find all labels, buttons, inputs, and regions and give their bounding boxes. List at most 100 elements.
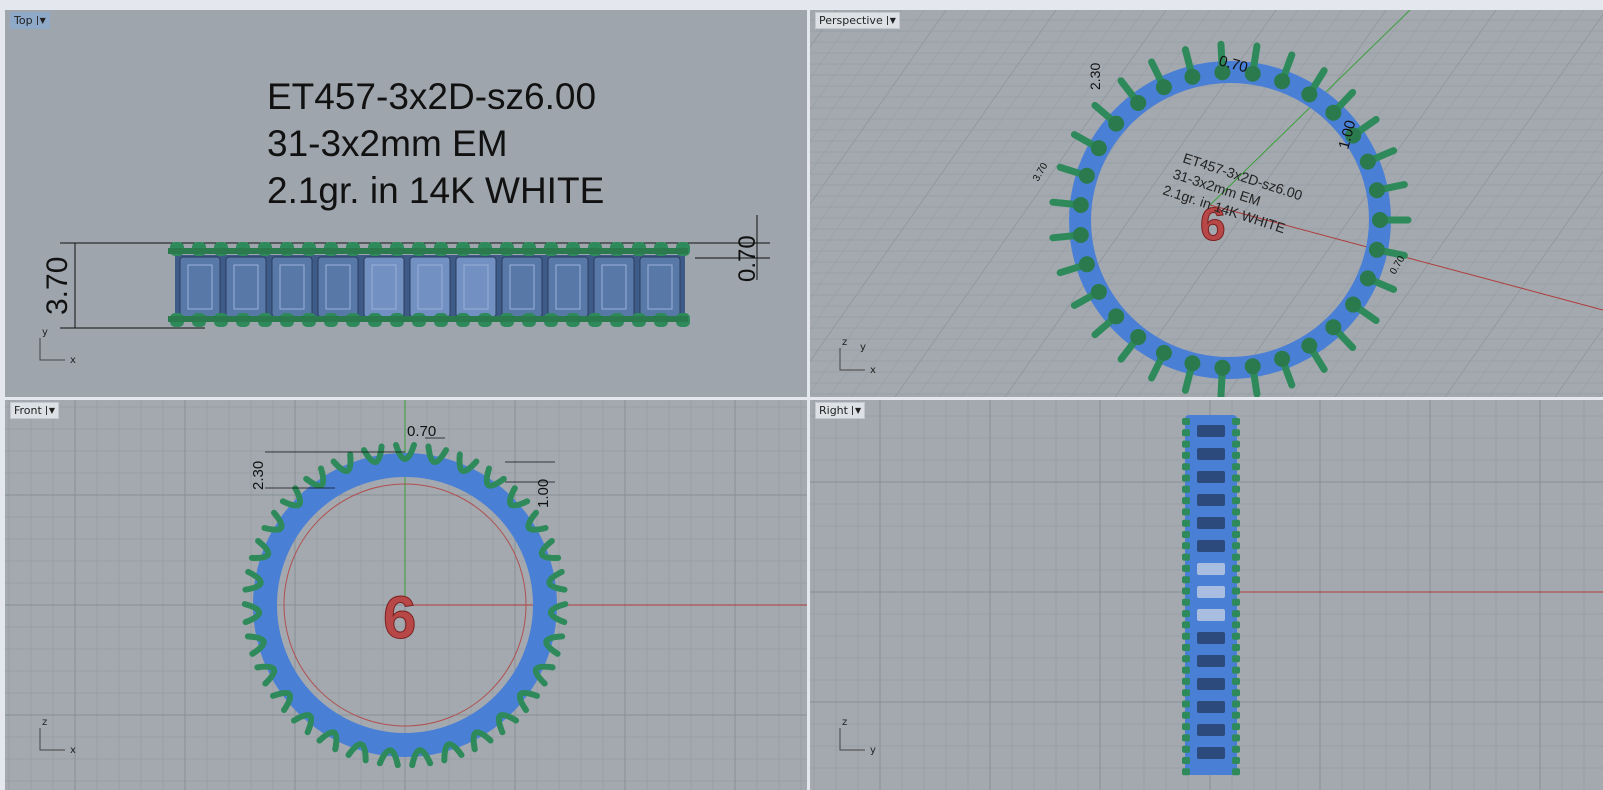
emerald-stone: [593, 256, 635, 318]
prong: [1232, 429, 1240, 437]
setting: [1244, 358, 1261, 375]
prong: [1232, 519, 1240, 527]
prong: [1182, 508, 1190, 516]
emerald-stone: [1197, 448, 1225, 460]
prong: [1232, 531, 1240, 538]
prong: [1182, 757, 1190, 764]
viewport-perspective-label[interactable]: Perspective ▼: [815, 12, 900, 29]
front-view-canvas[interactable]: 6 2.30 0.70 1.00 z x: [5, 400, 807, 790]
prong: [1232, 644, 1240, 651]
viewport-top-label[interactable]: Top ▼: [10, 12, 50, 29]
annotation-line-3: 2.1gr. in 14K WHITE: [267, 170, 605, 211]
prong: [1232, 553, 1240, 561]
setting: [1301, 86, 1318, 103]
prong: [1182, 564, 1190, 572]
chevron-down-icon[interactable]: ▼: [851, 406, 861, 415]
setting: [1090, 283, 1107, 300]
prong: [1232, 542, 1240, 550]
emerald-stone: [317, 256, 359, 318]
chevron-down-icon[interactable]: ▼: [45, 406, 55, 415]
chevron-down-icon[interactable]: ▼: [886, 16, 896, 25]
setting: [1078, 256, 1095, 273]
prong: [1232, 451, 1240, 459]
emerald-stone: [1197, 609, 1225, 621]
chevron-down-icon[interactable]: ▼: [36, 16, 46, 25]
prong: [1232, 508, 1240, 516]
emerald-stone: [271, 256, 313, 318]
setting: [1301, 337, 1318, 354]
prong: [254, 663, 278, 687]
prong: [1232, 700, 1240, 708]
dimension-label-height-side: 1.00: [535, 479, 552, 508]
axis-indicator-icon: [39, 728, 65, 751]
prong: [1182, 463, 1190, 471]
setting: [1155, 344, 1172, 361]
prong: [1182, 745, 1190, 753]
emerald-stone: [1197, 471, 1225, 483]
emerald-stone: [1197, 425, 1225, 437]
perspective-view-canvas[interactable]: 6ET457-3x2D-sz6.0031-3x2mm EM2.1gr. in 1…: [810, 10, 1603, 397]
viewport-right-label[interactable]: Right ▼: [815, 402, 866, 419]
prong: [1232, 655, 1240, 663]
axis-label-horizontal: x: [70, 355, 76, 366]
axis-label-vertical: z: [842, 717, 847, 728]
prong: [1182, 485, 1190, 493]
prong: [1182, 418, 1190, 425]
viewport-perspective[interactable]: 6 ET457-3x2D-sz6.00 31-3x2mm EM 2.1gr. in 1…: [810, 10, 1603, 397]
emerald-stone: [1197, 655, 1225, 667]
setting: [1130, 94, 1147, 111]
prong: [506, 485, 531, 509]
axis-label-horizontal: y: [870, 745, 876, 756]
setting: [1155, 79, 1172, 96]
prong: [1232, 564, 1240, 572]
prong: [1232, 723, 1240, 731]
prong: [1182, 711, 1190, 719]
prong: [1232, 598, 1240, 606]
prong: [1232, 757, 1240, 764]
dimension-label-width: 0.70: [734, 235, 761, 282]
emerald-stone: [1197, 632, 1225, 644]
prong: [1182, 542, 1190, 550]
prong: [241, 601, 263, 626]
axis-indicator-icon: [39, 338, 65, 361]
viewport-right[interactable]: zy Right ▼: [810, 400, 1603, 790]
setting: [1372, 212, 1388, 228]
prong: [1182, 723, 1190, 731]
prong: [1232, 418, 1240, 425]
prong: [1232, 497, 1240, 505]
emerald-stone: [1197, 724, 1225, 736]
axis-label-horizontal: x: [870, 365, 876, 376]
setting: [1368, 182, 1385, 199]
prong: [1232, 677, 1240, 685]
prong: [303, 465, 327, 489]
viewport-front-label[interactable]: Front ▼: [10, 402, 59, 419]
prong: [1232, 768, 1240, 776]
viewport-front[interactable]: 6 2.30 0.70 1.00 z x Front ▼: [5, 400, 807, 790]
prong: [1182, 666, 1190, 674]
prong: [1182, 689, 1190, 697]
prong: [470, 729, 494, 753]
emerald-stone: [1197, 540, 1225, 552]
axis-indicator-icon: [839, 728, 865, 751]
prong: [1182, 610, 1190, 618]
prong: [269, 689, 294, 714]
prong: [279, 485, 304, 509]
prong: [1232, 576, 1240, 584]
prong: [316, 729, 340, 753]
emerald-stone: [363, 256, 405, 318]
prong: [1232, 485, 1240, 493]
emerald-stone: [1197, 494, 1225, 506]
prong: [409, 747, 434, 769]
viewport-top[interactable]: 3.70 0.70 y x Top ▼ ET457-3x2D-sz6.00 31-3x2…: [5, 10, 807, 397]
emerald-stone: [501, 256, 543, 318]
emerald-stone: [1197, 678, 1225, 690]
ring-band: [1069, 60, 1391, 380]
prong: [1232, 666, 1240, 674]
setting: [1359, 270, 1376, 287]
setting: [1078, 167, 1095, 184]
emerald-stone: [179, 256, 221, 318]
size-marker: 6: [383, 584, 416, 651]
right-view-canvas[interactable]: zy: [810, 400, 1603, 790]
prong: [1232, 711, 1240, 719]
prong: [376, 747, 401, 769]
